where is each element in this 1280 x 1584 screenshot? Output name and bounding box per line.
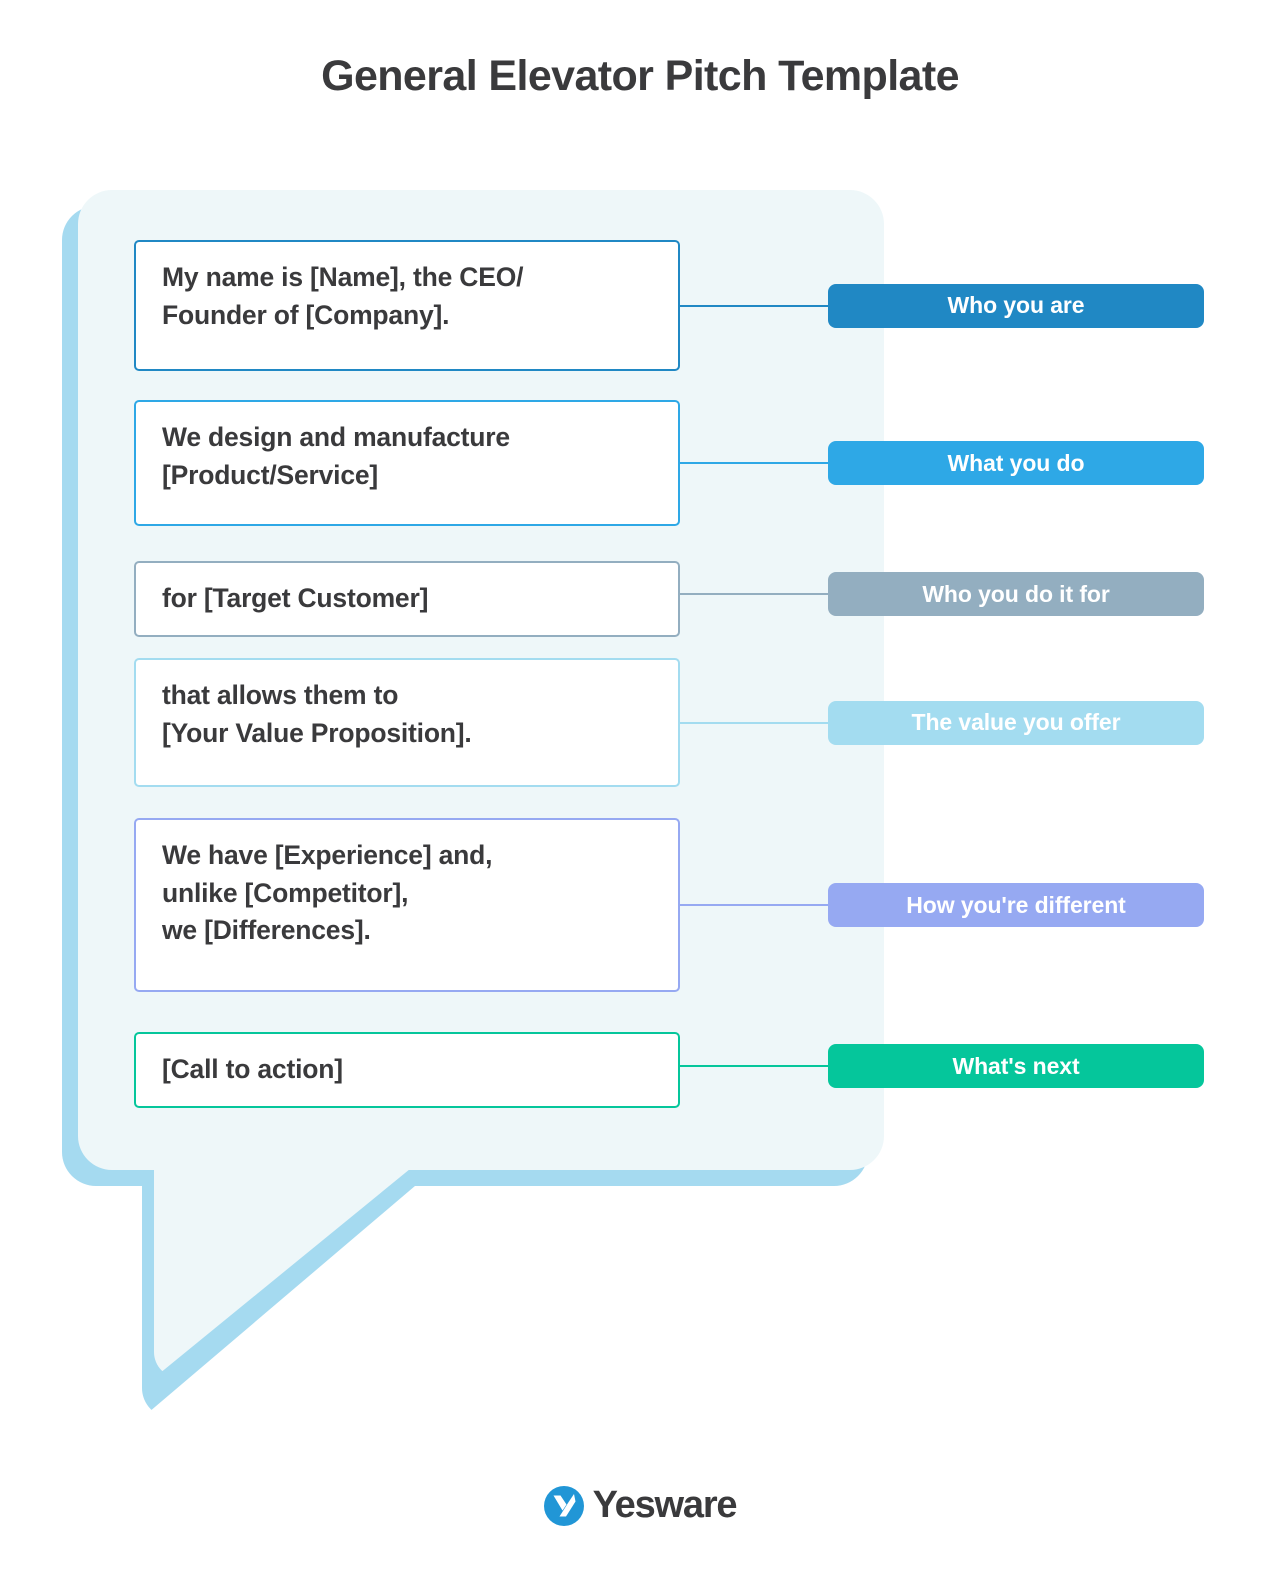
yesware-y-logo-icon xyxy=(543,1485,584,1526)
pitch-statement-box: for [Target Customer] xyxy=(134,561,680,637)
pitch-statement-box: [Call to action] xyxy=(134,1032,680,1108)
pitch-label-pill: Who you do it for xyxy=(828,572,1204,616)
pitch-label-pill: Who you are xyxy=(828,283,1204,328)
pitch-label-pill: What you do xyxy=(828,441,1204,485)
connector-line xyxy=(680,1065,828,1067)
yesware-wordmark: Yesware xyxy=(592,1484,738,1526)
pitch-rows: My name is [Name], the CEO/ Founder of [… xyxy=(0,0,1280,1584)
pitch-statement-box: My name is [Name], the CEO/ Founder of [… xyxy=(134,240,680,371)
pitch-statement-box: that allows them to [Your Value Proposit… xyxy=(134,658,680,787)
pitch-statement-box: We design and manufacture [Product/Servi… xyxy=(134,400,680,526)
connector-line xyxy=(680,462,828,464)
connector-line xyxy=(680,904,828,906)
pitch-label-pill: How you're different xyxy=(828,883,1204,927)
yesware-logo: Yesware xyxy=(0,1484,1280,1527)
pitch-statement-box: We have [Experience] and, unlike [Compet… xyxy=(134,818,680,992)
pitch-label-pill: The value you offer xyxy=(828,700,1204,745)
infographic-page: General Elevator Pitch Template My name … xyxy=(0,0,1280,1584)
connector-line xyxy=(680,593,828,595)
pitch-label-pill: What's next xyxy=(828,1044,1204,1088)
connector-line xyxy=(680,721,828,724)
connector-line xyxy=(680,304,828,307)
